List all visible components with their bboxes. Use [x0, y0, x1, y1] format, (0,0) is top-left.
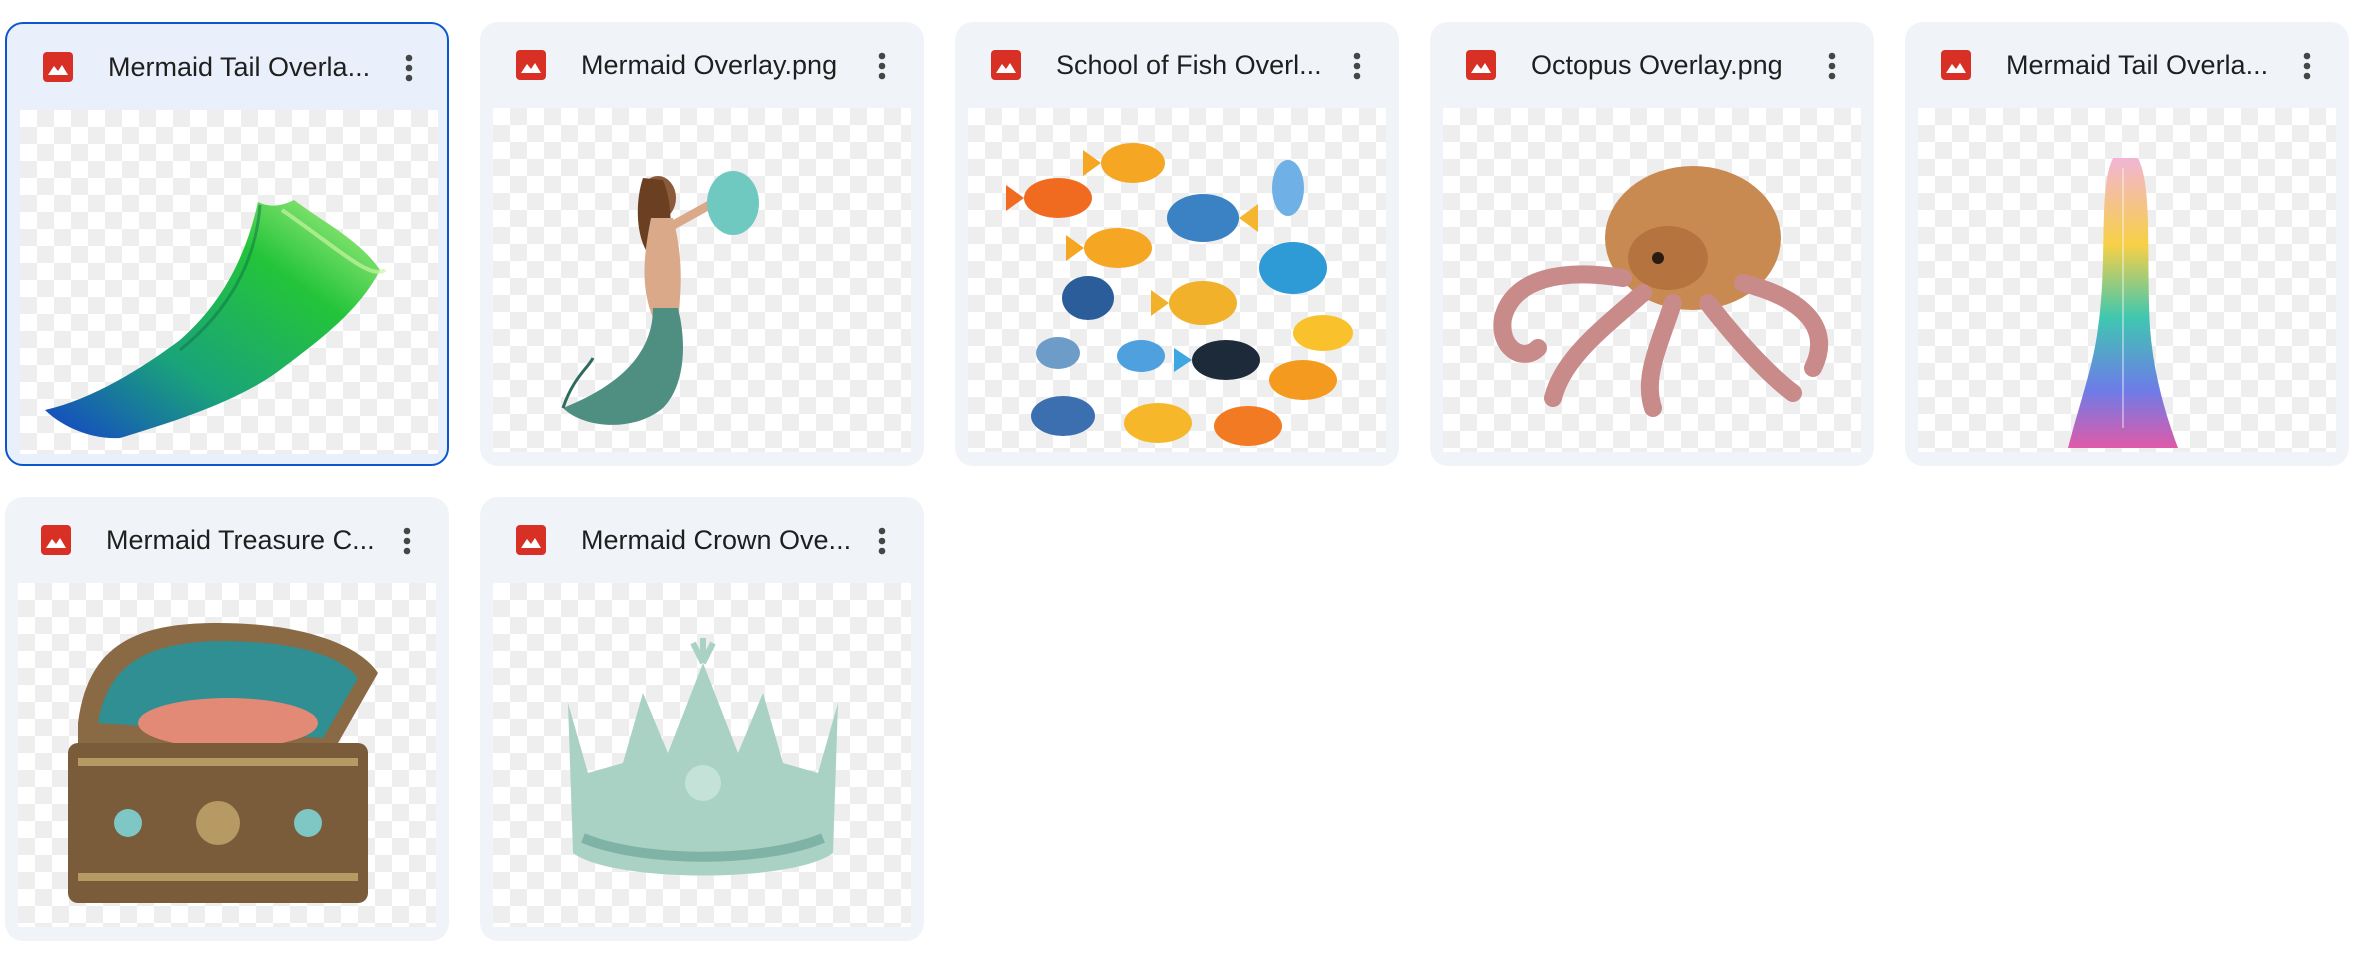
image-file-icon [1466, 50, 1496, 80]
more-options-button[interactable] [860, 44, 904, 88]
file-thumbnail [968, 108, 1386, 452]
image-file-icon [516, 525, 546, 555]
more-options-button[interactable] [385, 519, 429, 563]
image-file-icon [41, 525, 71, 555]
file-card-mermaid-tail-rainbow[interactable]: Mermaid Tail Overla... [1905, 22, 2349, 466]
more-vert-icon [878, 52, 886, 80]
file-card-octopus[interactable]: Octopus Overlay.png [1430, 22, 1874, 466]
file-name: School of Fish Overl... [1056, 50, 1322, 80]
file-card-header: Mermaid Treasure C... [5, 497, 449, 583]
more-vert-icon [878, 527, 886, 555]
file-thumbnail [1443, 108, 1861, 452]
file-card-header: Mermaid Tail Overla... [1905, 22, 2349, 108]
image-file-icon [43, 52, 73, 82]
file-thumbnail [1918, 108, 2336, 452]
file-thumbnail [493, 108, 911, 452]
more-options-button[interactable] [1335, 44, 1379, 88]
file-card-mermaid-treasure-chest[interactable]: Mermaid Treasure C... [5, 497, 449, 941]
file-card-mermaid[interactable]: Mermaid Overlay.png [480, 22, 924, 466]
file-name: Mermaid Crown Ove... [581, 525, 851, 555]
file-thumbnail [20, 110, 438, 454]
more-options-button[interactable] [387, 46, 431, 90]
more-vert-icon [1828, 52, 1836, 80]
more-options-button[interactable] [1810, 44, 1854, 88]
file-card-mermaid-tail-green[interactable]: Mermaid Tail Overla... [5, 22, 449, 466]
image-file-icon [516, 50, 546, 80]
file-card-header: Mermaid Overlay.png [480, 22, 924, 108]
file-name: Mermaid Overlay.png [581, 50, 838, 80]
file-card-mermaid-crown[interactable]: Mermaid Crown Ove... [480, 497, 924, 941]
more-options-button[interactable] [2285, 44, 2329, 88]
file-card-header: Octopus Overlay.png [1430, 22, 1874, 108]
file-card-header: Mermaid Crown Ove... [480, 497, 924, 583]
file-card-header: School of Fish Overl... [955, 22, 1399, 108]
more-vert-icon [405, 54, 413, 82]
file-name: Mermaid Tail Overla... [2006, 50, 2269, 80]
file-thumbnail [493, 583, 911, 927]
more-vert-icon [403, 527, 411, 555]
image-file-icon [1941, 50, 1971, 80]
file-name: Mermaid Treasure C... [106, 525, 375, 555]
file-card-school-of-fish[interactable]: School of Fish Overl... [955, 22, 1399, 466]
file-card-header: Mermaid Tail Overla... [7, 24, 447, 110]
file-name: Mermaid Tail Overla... [108, 52, 371, 82]
more-options-button[interactable] [860, 519, 904, 563]
image-file-icon [991, 50, 1021, 80]
more-vert-icon [1353, 52, 1361, 80]
file-thumbnail [18, 583, 436, 927]
file-name: Octopus Overlay.png [1531, 50, 1783, 80]
more-vert-icon [2303, 52, 2311, 80]
